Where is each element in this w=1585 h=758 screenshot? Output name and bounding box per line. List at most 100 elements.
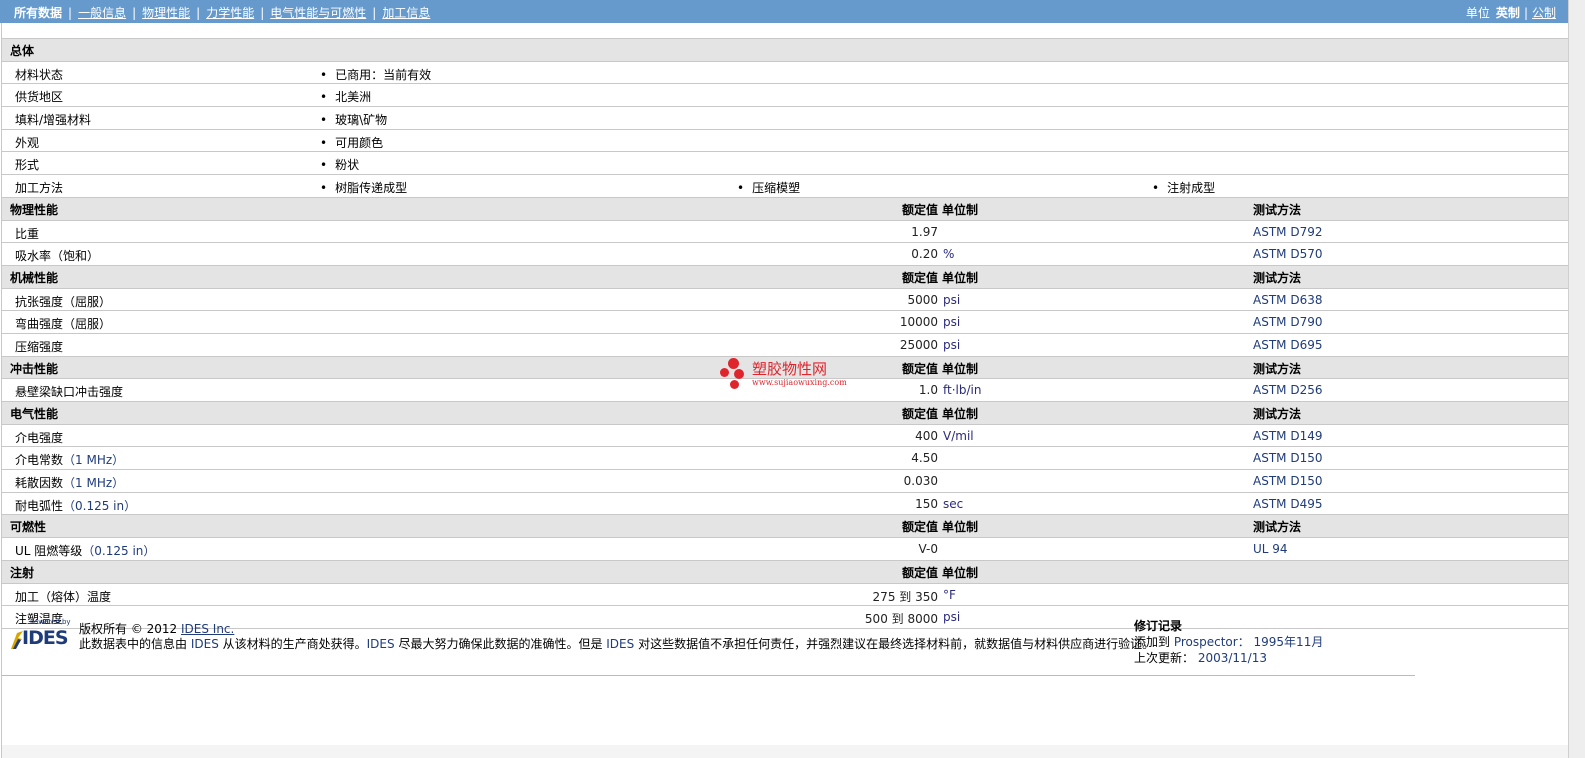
company-link[interactable]: IDES Inc. <box>181 622 234 636</box>
nominal-value: 1.97 <box>911 224 938 239</box>
section-title: 电气性能 <box>10 407 59 421</box>
property-name: 加工（熔体）温度 <box>15 588 111 605</box>
column-header-nominal: 额定值 <box>901 270 938 285</box>
property-name: 抗张强度（屈服） <box>15 293 111 310</box>
nominal-value: 4.50 <box>911 451 938 466</box>
table-row: 形式 粉状 <box>2 152 1568 176</box>
property-value: 玻璃\矿物 <box>320 111 387 128</box>
copyright-text: 版权所有 © 2012 <box>79 622 181 636</box>
section-title: 可燃性 <box>10 520 47 535</box>
disclaimer-part: 尽最大努力确保此数据的准确性。但是 <box>394 637 607 651</box>
property-condition: （1 MHz） <box>63 476 125 491</box>
column-header-nominal: 额定值 <box>901 361 938 376</box>
table-row: 外观 可用颜色 <box>2 130 1568 153</box>
vertical-scrollbar[interactable] <box>1568 0 1585 758</box>
datasheet-table: 总体材料状态 已商用：当前有效供货地区 北美洲填料/增强材料 玻璃\矿物外观 可用颜色形… <box>2 39 1568 629</box>
unit-value: psi <box>943 337 961 352</box>
section-title: 总体 <box>10 44 35 58</box>
property-name: 介电常数（1 MHz） <box>15 451 124 468</box>
watermark-dot-icon <box>720 368 729 377</box>
property-label: 介电强度 <box>15 430 64 445</box>
column-header-unit: 单位制 <box>942 361 979 376</box>
section-header-general: 总体 <box>2 39 1568 62</box>
nominal-value: 0.030 <box>903 474 938 489</box>
column-header-test: 测试方法 <box>1253 361 1302 376</box>
column-header-nominal: 额定值 <box>901 202 938 217</box>
watermark-dot-icon <box>730 380 739 389</box>
column-header-test: 测试方法 <box>1253 202 1302 217</box>
nominal-value: 0.20 <box>911 247 938 262</box>
test-method: ASTM D256 <box>1253 383 1323 398</box>
watermark-dot-icon <box>734 369 744 379</box>
property-condition: （0.125 in） <box>63 498 137 513</box>
spacer-row <box>2 23 1568 39</box>
column-header-test: 测试方法 <box>1253 407 1302 421</box>
unit-switcher: 单位 英制 | 公制 <box>1465 6 1556 20</box>
watermark-url: www.sujiaowuxing.com <box>752 378 847 387</box>
section-header: 物理性能 额定值 单位制 测试方法 <box>2 197 1568 221</box>
test-method: UL 94 <box>1253 542 1288 557</box>
nominal-value: 150 <box>915 496 938 511</box>
unit-value: V/mil <box>943 428 974 443</box>
nav-link-mechanical[interactable]: 力学性能 <box>206 6 254 20</box>
property-label: 形式 <box>15 158 40 173</box>
table-row: 抗张强度（屈服） 5000 psi ASTM D638 <box>2 289 1568 312</box>
disclaimer: 此数据表中的信息由 IDES 从该材料的生产商处获得。IDES 尽最大努力确保此… <box>79 635 1154 652</box>
nominal-value: 400 <box>915 428 938 443</box>
property-label: 耐电弧性 <box>15 498 64 513</box>
test-method: ASTM D495 <box>1253 496 1323 511</box>
column-header-test: 测试方法 <box>1253 520 1302 535</box>
column-header-unit: 单位制 <box>942 202 979 217</box>
disclaimer-ides: IDES <box>190 637 219 651</box>
unit-label: 单位 <box>1465 6 1490 20</box>
property-name: 介电强度 <box>15 429 63 446</box>
nominal-value: 1.0 <box>918 383 938 398</box>
horizontal-scrollbar[interactable] <box>2 745 1568 758</box>
nav-link-physical[interactable]: 物理性能 <box>142 6 190 20</box>
nav-link-electrical-flammability[interactable]: 电气性能与可燃性 <box>270 6 366 20</box>
property-label: 外观 <box>15 135 40 150</box>
added-label: 添加到 <box>1134 635 1174 649</box>
disclaimer-ides: IDES <box>606 637 635 651</box>
test-method: ASTM D150 <box>1253 451 1323 466</box>
updated-label: 上次更新： <box>1134 651 1195 665</box>
nominal-value: V-0 <box>918 542 938 557</box>
property-label: 耗散因数 <box>15 476 64 491</box>
test-method: ASTM D570 <box>1253 247 1323 262</box>
revision-history: 修订记录 添加到 Prospector： 1995年11月 上次更新： 2003… <box>1134 618 1323 666</box>
section-title: 机械性能 <box>10 270 59 285</box>
nominal-value: 5000 <box>907 292 938 307</box>
unit-value: ft·lb/in <box>943 383 982 398</box>
table-row: 加工方法 树脂传递成型 压缩模塑 注射成型 <box>2 175 1568 198</box>
nav-all-data: 所有数据 <box>14 6 63 20</box>
property-name: 耐电弧性（0.125 in） <box>15 497 136 514</box>
unit-value: °F <box>943 587 956 602</box>
watermark-dot-icon <box>728 358 739 369</box>
nav-link-processing[interactable]: 加工信息 <box>382 6 430 20</box>
revision-added: 添加到 Prospector： 1995年11月 <box>1134 634 1323 650</box>
disclaimer-part: 此数据表中的信息由 <box>79 637 191 651</box>
table-row: 耗散因数（1 MHz） 0.030 ASTM D150 <box>2 470 1568 493</box>
property-value: 可用颜色 <box>320 134 383 151</box>
property-name: 弯曲强度（屈服） <box>15 315 111 332</box>
property-value: 树脂传递成型 <box>320 179 407 196</box>
table-row: 材料状态 已商用：当前有效 <box>2 62 1568 85</box>
property-name: 吸水率（饱和） <box>15 247 99 264</box>
column-header-test: 测试方法 <box>1253 270 1302 285</box>
property-label: 比重 <box>15 226 40 241</box>
section-header: 注射 额定值 单位制 <box>2 560 1568 584</box>
property-label: 介电常数 <box>15 453 64 468</box>
added-where: Prospector： <box>1173 635 1250 649</box>
watermark-name: 塑胶物性网 <box>752 360 828 378</box>
added-date: 1995年11月 <box>1249 635 1324 649</box>
table-row: 供货地区 北美洲 <box>2 84 1568 108</box>
unit-english: 英制 <box>1495 6 1520 20</box>
logo-powered-by: Powered by <box>30 618 71 626</box>
property-name: 压缩强度 <box>15 338 63 355</box>
nav-link-general[interactable]: 一般信息 <box>78 6 126 20</box>
footer: Powered by IDES 版权所有 © 2012 IDES Inc. 此数… <box>2 610 1415 676</box>
property-label: 悬壁梁缺口冲击强度 <box>15 385 124 400</box>
unit-metric-link[interactable]: 公制 <box>1532 6 1556 20</box>
table-row: 压缩强度 25000 psi ASTM D695 <box>2 334 1568 357</box>
property-label: 弯曲强度（屈服） <box>15 317 112 332</box>
